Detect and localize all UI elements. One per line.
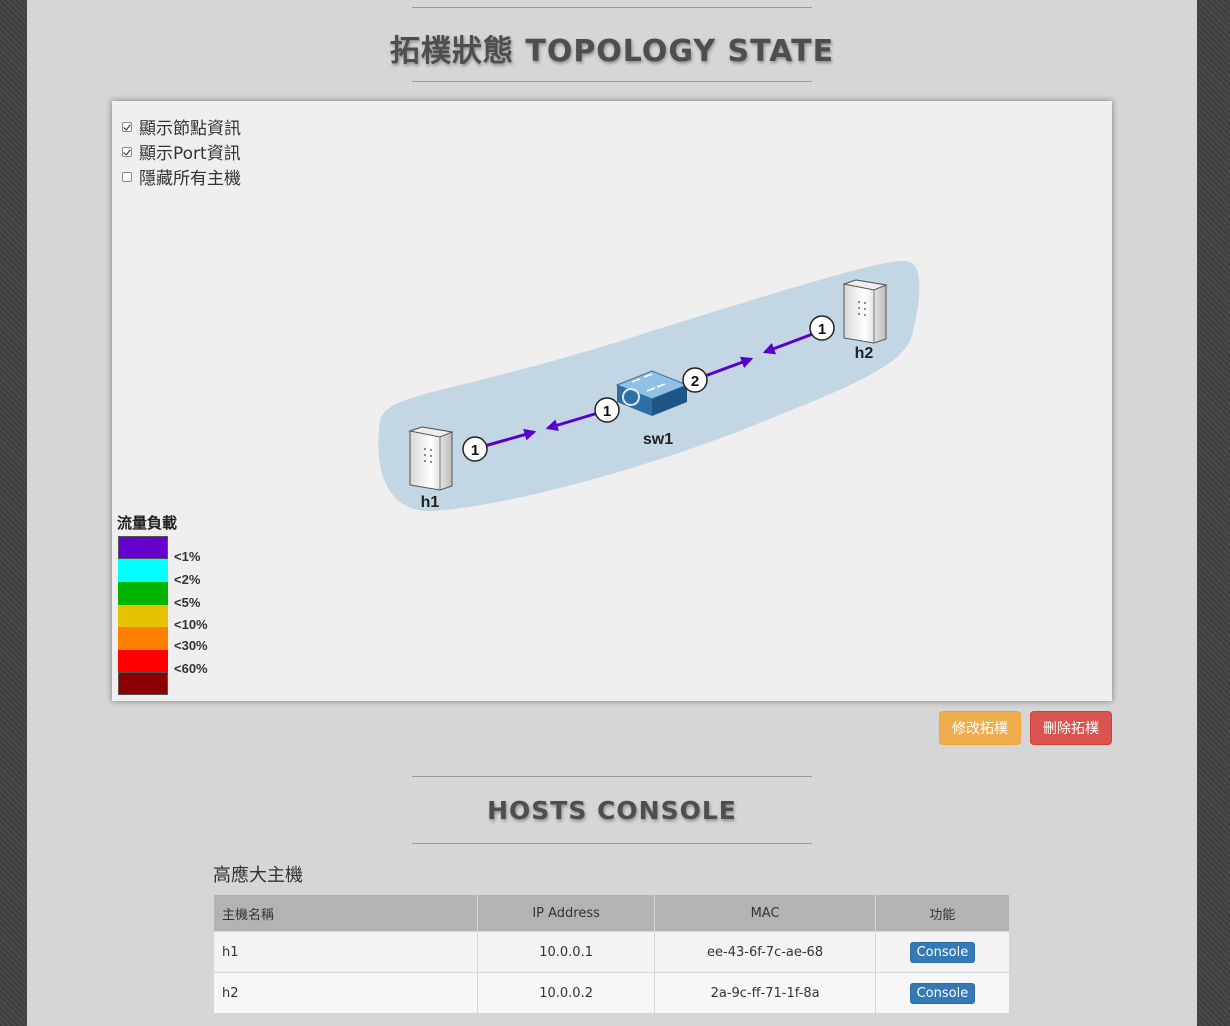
delete-topology-button[interactable]: 刪除拓樸 [1030, 711, 1112, 745]
legend-label: <30% [174, 638, 208, 653]
table-row: h1 10.0.0.1 ee-43-6f-7c-ae-68 Console [213, 931, 1011, 973]
topology-panel[interactable]: 顯示節點資訊 顯示Port資訊 隱藏所有主機 h1 h2 sw1 1 1 2 1… [112, 101, 1112, 701]
port-badge-sw1-right: 2 [682, 367, 708, 393]
port-badge-h2: 1 [809, 315, 835, 341]
server-icon [408, 426, 454, 491]
divider [412, 81, 812, 82]
node-label-h1: h1 [421, 494, 440, 511]
page-content: 拓樸狀態 TOPOLOGY STATE 顯示節點資訊 顯示Port資訊 隱藏所有… [27, 0, 1197, 1026]
legend-swatch [118, 582, 168, 605]
console-button[interactable]: Console [909, 982, 976, 1004]
divider [412, 7, 812, 8]
topology-heading: 拓樸狀態 TOPOLOGY STATE [389, 34, 835, 69]
console-button[interactable]: Console [909, 941, 976, 963]
cell-ip: 10.0.0.1 [476, 931, 656, 973]
cell-host-name: h1 [213, 931, 478, 973]
column-header-ip: IP Address [476, 894, 656, 932]
legend-swatch [118, 672, 168, 695]
column-header-host-name: 主機名稱 [213, 894, 478, 932]
cell-ip: 10.0.0.2 [476, 972, 656, 1014]
svg-text:1: 1 [603, 403, 611, 420]
topology-graph[interactable]: h1 h2 sw1 1 1 2 1 [112, 101, 1112, 701]
table-row: h2 10.0.0.2 2a-9c-ff-71-1f-8a Console [213, 972, 1011, 1014]
svg-text:1: 1 [818, 321, 826, 338]
background-frame-right [1197, 0, 1230, 1026]
node-label-sw1: sw1 [643, 431, 673, 448]
hosts-group-title: 高應大主機 [213, 865, 303, 886]
edit-topology-button[interactable]: 修改拓樸 [939, 711, 1021, 745]
legend-label: <10% [174, 617, 208, 632]
port-badge-h1: 1 [462, 436, 488, 462]
column-header-actions: 功能 [874, 894, 1011, 932]
legend-label: <60% [174, 661, 208, 676]
server-icon [842, 279, 888, 344]
legend-swatch [118, 536, 168, 559]
legend-label: <5% [174, 595, 201, 610]
table-header-row: 主機名稱 IP Address MAC 功能 [213, 894, 1011, 932]
hosts-heading: HOSTS CONSOLE [487, 796, 737, 825]
legend-label: <1% [174, 549, 201, 564]
cell-actions: Console [874, 972, 1011, 1014]
legend-swatch [118, 627, 168, 650]
legend-label: <2% [174, 572, 201, 587]
divider [412, 776, 812, 777]
cell-mac: ee-43-6f-7c-ae-68 [654, 931, 876, 973]
legend-swatch [118, 559, 168, 582]
cell-host-name: h2 [213, 972, 478, 1014]
svg-text:1: 1 [471, 442, 479, 459]
legend-title: 流量負載 [117, 514, 178, 532]
legend-swatch [118, 650, 168, 673]
cell-mac: 2a-9c-ff-71-1f-8a [654, 972, 876, 1014]
hosts-table: 主機名稱 IP Address MAC 功能 h1 10.0.0.1 ee-43… [213, 894, 1011, 1014]
legend-swatch [118, 605, 168, 628]
port-badge-sw1-left: 1 [594, 397, 620, 423]
divider [412, 843, 812, 844]
background-frame-left [0, 0, 27, 1026]
svg-text:2: 2 [691, 373, 699, 390]
cell-actions: Console [874, 931, 1011, 973]
column-header-mac: MAC [654, 894, 876, 932]
node-label-h2: h2 [855, 345, 874, 362]
